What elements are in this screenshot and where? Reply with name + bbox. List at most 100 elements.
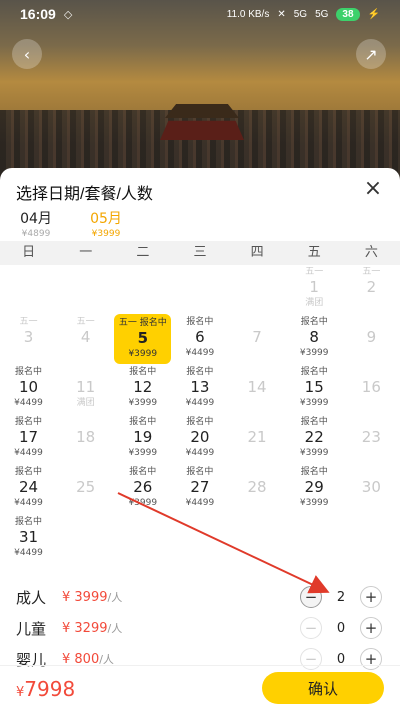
day-number: 18 xyxy=(76,428,96,446)
calendar-day-11[interactable]: 11 满团 xyxy=(57,366,114,409)
day-tag xyxy=(57,416,114,428)
calendar-day-1[interactable]: 五一 1 满团 xyxy=(286,266,343,309)
day-number: 22 xyxy=(304,428,324,446)
day-tag xyxy=(57,466,114,478)
calendar-day-20[interactable]: 报名中 20 ¥4499 xyxy=(171,416,228,459)
mute-icon: ✕ xyxy=(277,8,286,20)
day-tag: 五一 xyxy=(305,267,324,277)
calendar-day-9[interactable]: 9 xyxy=(343,316,400,359)
day-number: 21 xyxy=(247,428,267,446)
calendar-day-22[interactable]: 报名中 22 ¥3999 xyxy=(286,416,343,459)
status-time: 16:09 xyxy=(20,6,56,22)
calendar-day-24[interactable]: 报名中 24 ¥4499 xyxy=(0,466,57,509)
calendar-day-10[interactable]: 报名中 10 ¥4499 xyxy=(0,366,57,409)
calendar-day-31[interactable]: 报名中 31 ¥4499 xyxy=(0,516,57,559)
calendar-day-28[interactable]: 28 xyxy=(229,466,286,509)
day-price: ¥4499 xyxy=(185,398,215,408)
day-tag: 报名中 xyxy=(129,417,157,427)
chevron-left-icon: ‹ xyxy=(23,44,31,64)
sheet-title: 选择日期/套餐/人数 xyxy=(16,186,153,203)
calendar-day-26[interactable]: 报名中 26 ¥3999 xyxy=(114,466,171,509)
day-number: 10 xyxy=(18,378,39,396)
day-tag xyxy=(343,316,400,328)
calendar-day-21[interactable]: 21 xyxy=(229,416,286,459)
tab-month-05[interactable]: 05月 ¥3999 xyxy=(78,208,134,243)
calendar-day-23[interactable]: 23 xyxy=(343,416,400,459)
calendar-day-29[interactable]: 报名中 29 ¥3999 xyxy=(286,466,343,509)
day-number: 20 xyxy=(190,428,210,446)
adult-minus-button[interactable]: − xyxy=(300,586,322,608)
calendar-day-27[interactable]: 报名中 27 ¥4499 xyxy=(171,466,228,509)
day-number: 15 xyxy=(304,378,324,396)
day-number: 2 xyxy=(366,278,377,296)
day-price: ¥3999 xyxy=(299,448,329,458)
calendar-day-16[interactable]: 16 xyxy=(343,366,400,409)
day-tag xyxy=(229,416,286,428)
day-price xyxy=(0,347,57,359)
calendar-day-14[interactable]: 14 xyxy=(229,366,286,409)
day-tag: 报名中 xyxy=(186,467,214,477)
adult-qty: 2 xyxy=(336,589,346,605)
day-tag: 报名中 xyxy=(300,417,328,427)
calendar-day-5[interactable]: 五一 报名中 5 ¥3999 xyxy=(114,314,172,364)
day-price: ¥4499 xyxy=(14,548,43,558)
day-number: 5 xyxy=(137,329,148,347)
day-tag: 五一 xyxy=(362,267,381,277)
calendar-day-7[interactable]: 7 xyxy=(229,316,286,359)
back-button[interactable]: ‹ xyxy=(12,39,42,69)
confirm-button[interactable]: 确认 xyxy=(262,672,384,704)
calendar-day-25[interactable]: 25 xyxy=(57,466,114,509)
day-number: 27 xyxy=(190,478,210,496)
adult-plus-button[interactable]: + xyxy=(360,586,382,608)
calendar-day-4[interactable]: 五一 4 xyxy=(57,316,114,359)
share-button[interactable]: ↗ xyxy=(356,39,386,69)
day-number: 24 xyxy=(18,478,39,496)
tab-month-label: 04月 xyxy=(20,211,52,227)
day-tag: 报名中 xyxy=(129,367,157,377)
signal-5g-1: 5G xyxy=(293,8,308,20)
day-number: 1 xyxy=(309,278,319,296)
price-unit: /人 xyxy=(107,622,123,635)
price-unit: /人 xyxy=(107,591,123,604)
calendar-day-15[interactable]: 报名中 15 ¥3999 xyxy=(286,366,343,409)
calendar-day-2[interactable]: 五一 2 xyxy=(343,266,400,309)
day-number: 13 xyxy=(190,378,210,396)
tab-month-04[interactable]: 04月 ¥4899 xyxy=(8,208,64,239)
calendar-day-17[interactable]: 报名中 17 ¥4499 xyxy=(0,416,57,459)
booking-sheet: 选择日期/套餐/人数 × 04月 ¥4899 05月 ¥3999 日 一 二 三… xyxy=(0,168,400,711)
tab-month-price: ¥3999 xyxy=(91,229,121,239)
tab-month-price: ¥4899 xyxy=(21,229,51,239)
calendar-day-6[interactable]: 报名中 6 ¥4499 xyxy=(171,316,228,359)
calendar-day-3[interactable]: 五一 3 xyxy=(0,316,57,359)
day-number: 25 xyxy=(76,478,96,496)
traveler-row-adult: 成人 ¥ 3999/人 − 2 + xyxy=(0,583,400,611)
price-value: ¥ 3999 xyxy=(62,590,108,605)
child-minus-button[interactable]: − xyxy=(300,617,322,639)
day-tag: 报名中 xyxy=(14,367,42,377)
day-price xyxy=(343,497,400,509)
calendar-day-12[interactable]: 报名中 12 ¥3999 xyxy=(114,366,171,409)
day-tag: 报名中 xyxy=(186,367,214,377)
checkout-bar: ¥7998 确认 xyxy=(0,665,400,711)
day-tag: 报名中 xyxy=(300,317,328,327)
calendar-day-13[interactable]: 报名中 13 ¥4499 xyxy=(171,366,228,409)
child-plus-button[interactable]: + xyxy=(360,617,382,639)
total-price: ¥7998 xyxy=(16,677,75,701)
day-tag: 报名中 xyxy=(186,417,214,427)
day-price: ¥4499 xyxy=(14,448,43,458)
close-button[interactable]: × xyxy=(360,176,386,202)
calendar-day-8[interactable]: 报名中 8 ¥3999 xyxy=(286,316,343,359)
day-tag: 报名中 xyxy=(129,467,157,477)
child-stepper: − 0 + xyxy=(300,617,382,639)
calendar-day-30[interactable]: 30 xyxy=(343,466,400,509)
traveler-price: ¥ 3299/人 xyxy=(62,620,122,636)
day-price: ¥4499 xyxy=(185,498,215,508)
day-tag xyxy=(343,416,400,428)
calendar-day-19[interactable]: 报名中 19 ¥3999 xyxy=(114,416,171,459)
day-price xyxy=(229,397,286,409)
calendar-day-18[interactable]: 18 xyxy=(57,416,114,459)
day-tag xyxy=(343,366,400,378)
day-tag: 报名中 xyxy=(14,517,42,527)
day-number: 9 xyxy=(366,328,377,346)
day-tag xyxy=(343,466,400,478)
